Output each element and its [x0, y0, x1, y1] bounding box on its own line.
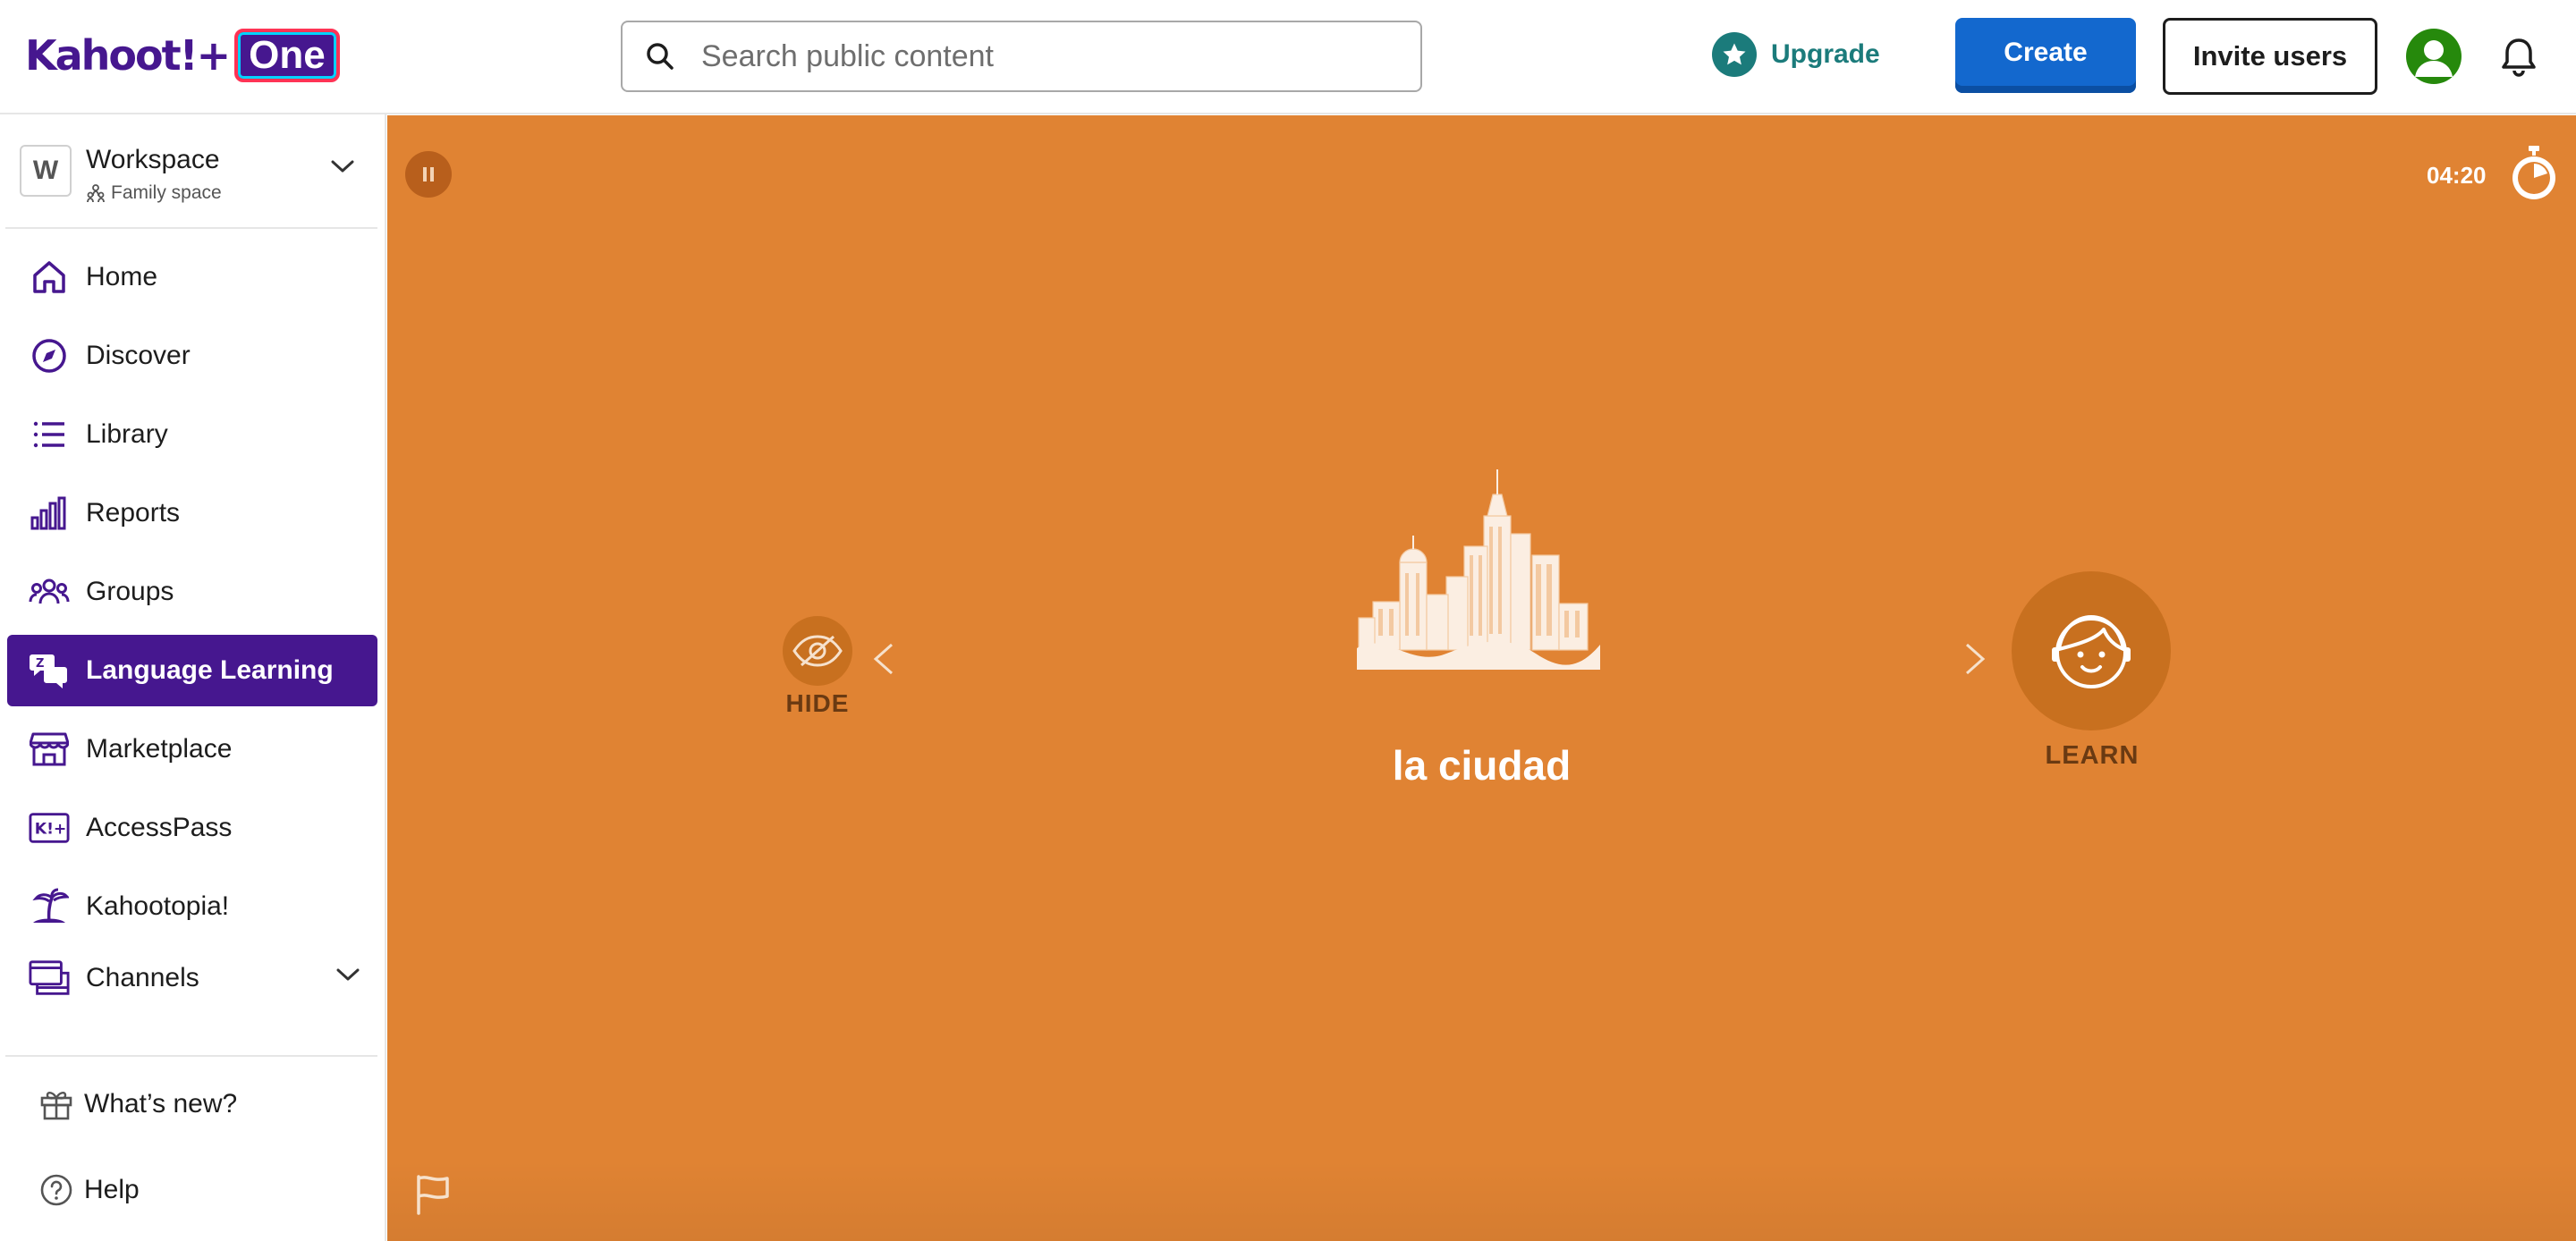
- svg-text:Z: Z: [36, 657, 44, 671]
- help-link[interactable]: Help: [39, 1173, 140, 1207]
- arrow-right-icon: [1883, 643, 1986, 675]
- sidebar-item-marketplace[interactable]: Marketplace: [7, 713, 377, 785]
- learn-button[interactable]: LEARN: [2012, 571, 2173, 771]
- flashcard-stage: 04:20 HIDE la ciudad LEARN: [387, 115, 2576, 1241]
- sidebar-item-discover[interactable]: Discover: [7, 320, 377, 392]
- sidebar-divider: [5, 227, 377, 229]
- top-bar: Kahoot!+ One Upgrade Create Invite users: [0, 0, 2576, 114]
- home-icon: [29, 257, 70, 298]
- svg-text:K!+: K!+: [35, 821, 67, 839]
- group-icon: [29, 571, 70, 612]
- accesspass-icon: K!+: [29, 807, 70, 848]
- language-icon: Z: [29, 650, 70, 691]
- sidebar-item-label: Groups: [86, 577, 174, 606]
- help-label: Help: [84, 1175, 140, 1204]
- pause-button[interactable]: [405, 151, 452, 198]
- timer-text: 04:20: [2427, 162, 2487, 189]
- sidebar-item-label: Home: [86, 262, 158, 291]
- sidebar-item-accesspass[interactable]: K!+ AccessPass: [7, 792, 377, 864]
- sidebar-item-label: Channels: [86, 963, 199, 992]
- chevron-down-icon: [331, 160, 354, 173]
- logo-badge: One: [234, 29, 340, 82]
- arrow-left-icon: [873, 643, 976, 675]
- stage-bottom-shade: [387, 1161, 2576, 1241]
- learner-face-icon: [2012, 571, 2171, 730]
- help-icon: [40, 1174, 72, 1206]
- pause-icon: [423, 167, 427, 182]
- star-icon: [1712, 32, 1757, 77]
- sidebar-item-label: Reports: [86, 498, 181, 528]
- logo-text: Kahoot!+: [25, 31, 231, 80]
- sidebar-item-label: Marketplace: [86, 734, 233, 764]
- gift-icon: [40, 1091, 72, 1120]
- kahoot-logo[interactable]: Kahoot!+ One: [25, 27, 340, 84]
- workspace-subtitle-text: Family space: [111, 182, 222, 203]
- sidebar-item-label: AccessPass: [86, 813, 233, 842]
- sidebar-item-groups[interactable]: Groups: [7, 556, 377, 628]
- search-input[interactable]: [699, 38, 1397, 75]
- workspace-name: Workspace: [86, 145, 220, 174]
- sidebar-item-label: Library: [86, 419, 168, 449]
- sidebar-item-kahootopia[interactable]: Kahootopia!: [7, 871, 377, 942]
- sidebar-divider: [5, 1055, 377, 1057]
- store-icon: [29, 729, 70, 770]
- invite-users-button[interactable]: Invite users: [2163, 18, 2377, 95]
- whats-new-link[interactable]: What’s new?: [39, 1087, 237, 1121]
- workspace-subtitle: Family space: [86, 182, 222, 204]
- sidebar-item-reports[interactable]: Reports: [7, 477, 377, 549]
- sidebar-item-channels[interactable]: Channels: [7, 942, 377, 1014]
- workspace-badge: W: [20, 145, 72, 197]
- sidebar-item-label: Kahootopia!: [86, 891, 230, 921]
- bell-icon[interactable]: [2499, 36, 2538, 79]
- sidebar-item-label: Discover: [86, 341, 191, 370]
- hide-label: HIDE: [785, 689, 850, 717]
- learn-label: LEARN: [2045, 741, 2140, 770]
- list-icon: [29, 414, 70, 455]
- sidebar-item-language-learning[interactable]: Z Language Learning: [7, 635, 377, 706]
- city-skyline-illustration: [1357, 469, 1600, 670]
- upgrade-label: Upgrade: [1771, 39, 1880, 69]
- chevron-down-icon: [336, 968, 360, 981]
- pause-icon-bar: [430, 167, 434, 182]
- sidebar-item-label: Language Learning: [86, 655, 334, 685]
- whats-new-label: What’s new?: [84, 1089, 238, 1119]
- stopwatch-icon: [2512, 146, 2555, 199]
- create-button[interactable]: Create: [1955, 18, 2136, 93]
- flashcard-word: la ciudad: [1392, 742, 1572, 789]
- search-icon: [647, 43, 674, 70]
- family-icon: [87, 184, 105, 203]
- eye-slash-icon: [783, 616, 852, 686]
- workspace-selector[interactable]: W Workspace Family space: [20, 141, 369, 227]
- channels-icon: [29, 958, 70, 999]
- compass-icon: [29, 335, 70, 376]
- flag-icon[interactable]: [414, 1174, 452, 1215]
- sidebar-item-library[interactable]: Library: [7, 399, 377, 470]
- sidebar: W Workspace Family space Home Discover L…: [0, 114, 386, 1241]
- bar-chart-icon: [29, 493, 70, 534]
- user-avatar-icon[interactable]: [2406, 29, 2462, 84]
- search-bar[interactable]: [621, 21, 1422, 92]
- sidebar-item-home[interactable]: Home: [7, 241, 377, 313]
- island-icon: [29, 886, 70, 927]
- upgrade-button[interactable]: Upgrade: [1712, 32, 1880, 77]
- hide-button[interactable]: HIDE: [777, 616, 858, 718]
